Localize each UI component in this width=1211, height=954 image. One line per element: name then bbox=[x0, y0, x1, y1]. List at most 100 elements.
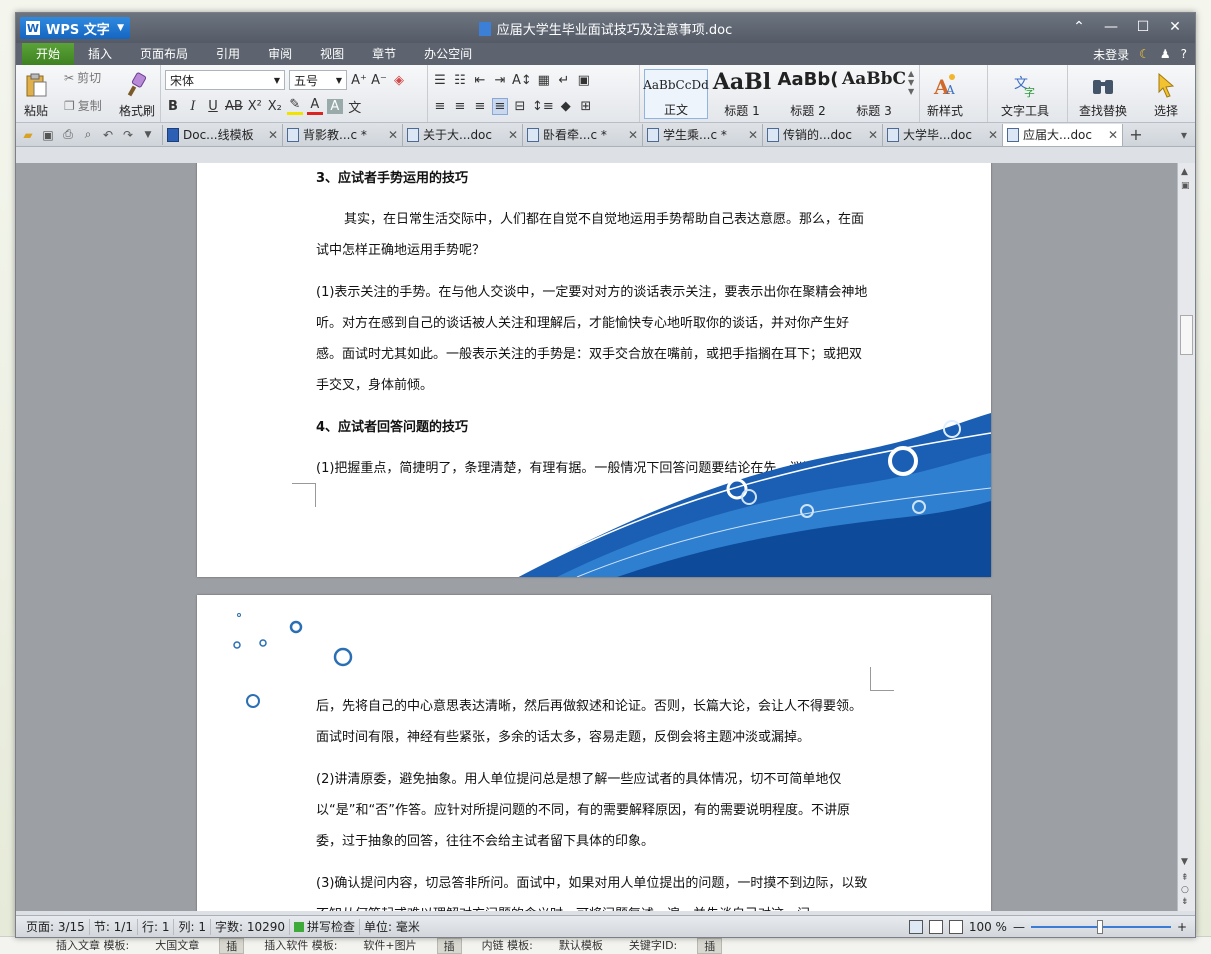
page-view-icon[interactable] bbox=[908, 920, 923, 934]
customize-toolbar-icon[interactable]: ▼ bbox=[140, 127, 156, 143]
doc-tab-active[interactable]: 应届大...doc ✕ bbox=[1003, 123, 1123, 146]
select-button[interactable]: 选择 bbox=[1150, 67, 1182, 119]
table-icon[interactable]: ▦ bbox=[536, 73, 552, 88]
next-page-icon[interactable]: ⇟ bbox=[1181, 897, 1189, 907]
highlight-icon[interactable]: ✎ bbox=[286, 97, 303, 115]
styles-scroll[interactable]: ▲ ▼ ▼ bbox=[908, 69, 914, 96]
doc-tab[interactable]: 背影教...c * ✕ bbox=[283, 123, 403, 146]
menu-home[interactable]: 开始 bbox=[22, 43, 75, 65]
shading-icon[interactable]: ◆ bbox=[558, 99, 574, 114]
bullet-list-icon[interactable]: ☰ bbox=[432, 73, 448, 88]
close-tab-icon[interactable]: ✕ bbox=[1108, 128, 1118, 142]
style-heading2[interactable]: AaBb( 标题 2 bbox=[776, 69, 840, 119]
collapse-ribbon-button[interactable]: ⌃ bbox=[1065, 17, 1093, 37]
login-link[interactable]: 未登录 bbox=[1093, 46, 1129, 63]
font-size-select[interactable]: 五号 ▼ bbox=[289, 70, 347, 90]
new-style-button[interactable]: AA 新样式 bbox=[924, 67, 966, 119]
align-center-icon[interactable]: ≡ bbox=[452, 99, 468, 114]
text-direction-icon[interactable]: A↕ bbox=[512, 73, 532, 88]
italic-icon[interactable]: I bbox=[185, 99, 201, 114]
spell-check-toggle[interactable]: 拼写检查 bbox=[290, 918, 361, 935]
increase-indent-icon[interactable]: ⇥ bbox=[492, 73, 508, 88]
paragraph-mark-icon[interactable]: ↵ bbox=[556, 73, 572, 88]
phonetic-icon[interactable]: 文 bbox=[347, 97, 363, 116]
new-tab-icon[interactable]: + bbox=[1123, 125, 1149, 144]
menu-view[interactable]: 视图 bbox=[306, 43, 358, 65]
status-word-count[interactable]: 字数: 10290 bbox=[211, 918, 291, 935]
zoom-level[interactable]: 100 % bbox=[969, 920, 1007, 934]
scroll-thumb[interactable] bbox=[1180, 315, 1193, 355]
shrink-font-icon[interactable]: A⁻ bbox=[371, 73, 387, 88]
doc-tab[interactable]: 学生乘...c * ✕ bbox=[643, 123, 763, 146]
close-tab-icon[interactable]: ✕ bbox=[628, 128, 638, 142]
prev-page-icon[interactable]: ⇞ bbox=[1181, 873, 1189, 883]
shirt-icon[interactable]: ♟ bbox=[1160, 47, 1171, 61]
subscript-icon[interactable]: X₂ bbox=[267, 99, 283, 114]
doc-tab[interactable]: 关于大...doc ✕ bbox=[403, 123, 523, 146]
doc-tab[interactable]: 传销的...doc ✕ bbox=[763, 123, 883, 146]
grow-font-icon[interactable]: A⁺ bbox=[351, 73, 367, 88]
menu-chapter[interactable]: 章节 bbox=[358, 43, 410, 65]
zoom-out-icon[interactable]: — bbox=[1013, 920, 1025, 934]
font-color-icon[interactable]: A bbox=[306, 97, 323, 115]
print-preview-icon[interactable]: ⌕ bbox=[80, 127, 96, 143]
save-icon[interactable]: ▣ bbox=[40, 127, 56, 143]
distribute-icon[interactable]: ⊟ bbox=[512, 99, 528, 114]
menu-references[interactable]: 引用 bbox=[202, 43, 254, 65]
format-painter-button[interactable]: 格式刷 bbox=[116, 67, 158, 119]
find-replace-button[interactable]: 查找替换 bbox=[1076, 67, 1130, 119]
undo-icon[interactable]: ↶ bbox=[100, 127, 116, 143]
help-button[interactable]: ? bbox=[1181, 47, 1187, 61]
text-tools-button[interactable]: 文字 文字工具 bbox=[998, 67, 1052, 119]
doc-tab[interactable]: Doc...线模板 ✕ bbox=[163, 123, 283, 146]
page[interactable]: 后，先将自己的中心意思表达清晰，然后再做叙述和论证。否则，长篇大论，会让人不得要… bbox=[197, 595, 991, 911]
char-shading-icon[interactable]: A bbox=[326, 98, 343, 114]
style-normal[interactable]: AaBbCcDd 正文 bbox=[643, 69, 709, 119]
split-view-icon[interactable]: ▣ bbox=[1181, 181, 1190, 191]
line-spacing-icon[interactable]: ↕≡ bbox=[532, 99, 554, 114]
app-menu-button[interactable]: W WPS 文字 ▼ bbox=[20, 17, 130, 39]
page[interactable]: 3、应试者手势运用的技巧 其实，在日常生活交际中，人们都在自觉不自觉地运用手势帮… bbox=[197, 163, 991, 577]
cut-button[interactable]: ✂ 剪切 bbox=[64, 69, 101, 86]
align-right-icon[interactable]: ≡ bbox=[472, 99, 488, 114]
menu-page-layout[interactable]: 页面布局 bbox=[126, 43, 202, 65]
zoom-slider[interactable] bbox=[1030, 920, 1171, 934]
web-view-icon[interactable] bbox=[948, 920, 963, 934]
open-folder-icon[interactable]: ▰ bbox=[20, 127, 36, 143]
tab-list-icon[interactable]: ▾ bbox=[1181, 128, 1187, 142]
font-name-select[interactable]: 宋体 ▼ bbox=[165, 70, 285, 90]
select-browse-object-icon[interactable]: ○ bbox=[1181, 885, 1189, 895]
paste-button[interactable]: 粘贴 bbox=[20, 67, 52, 119]
show-hide-icon[interactable]: ▣ bbox=[576, 73, 592, 88]
superscript-icon[interactable]: X² bbox=[247, 99, 263, 114]
align-left-icon[interactable]: ≡ bbox=[432, 99, 448, 114]
vertical-scrollbar[interactable]: ▲ ▣ ▼ ⇞ ○ ⇟ bbox=[1177, 163, 1195, 911]
close-tab-icon[interactable]: ✕ bbox=[388, 128, 398, 142]
maximize-button[interactable]: ☐ bbox=[1129, 17, 1157, 37]
style-heading3[interactable]: AaBbC 标题 3 bbox=[842, 69, 906, 119]
menu-insert[interactable]: 插入 bbox=[74, 43, 126, 65]
numbered-list-icon[interactable]: ☷ bbox=[452, 73, 468, 88]
status-unit[interactable]: 单位: 毫米 bbox=[360, 919, 424, 935]
close-tab-icon[interactable]: ✕ bbox=[988, 128, 998, 142]
justify-icon[interactable]: ≡ bbox=[492, 97, 508, 115]
doc-tab[interactable]: 大学毕...doc ✕ bbox=[883, 123, 1003, 146]
zoom-in-icon[interactable]: + bbox=[1177, 920, 1187, 934]
scroll-down-icon[interactable]: ▼ bbox=[1181, 857, 1188, 867]
copy-button[interactable]: ❐ 复制 bbox=[64, 97, 102, 114]
menu-review[interactable]: 审阅 bbox=[254, 43, 306, 65]
close-tab-icon[interactable]: ✕ bbox=[508, 128, 518, 142]
border-icon[interactable]: ⊞ bbox=[578, 99, 594, 114]
underline-icon[interactable]: U bbox=[205, 99, 221, 114]
skin-icon[interactable]: ☾ bbox=[1139, 47, 1150, 61]
decrease-indent-icon[interactable]: ⇤ bbox=[472, 73, 488, 88]
strikethrough-icon[interactable]: AB bbox=[225, 99, 243, 114]
status-page[interactable]: 页面: 3/15 bbox=[22, 918, 90, 935]
print-icon[interactable]: ⎙ bbox=[60, 127, 76, 143]
minimize-button[interactable]: — bbox=[1097, 17, 1125, 37]
close-tab-icon[interactable]: ✕ bbox=[748, 128, 758, 142]
scroll-up-icon[interactable]: ▲ bbox=[1181, 167, 1188, 177]
doc-tab[interactable]: 卧看牵...c * ✕ bbox=[523, 123, 643, 146]
clear-format-icon[interactable]: ◈ bbox=[391, 73, 407, 88]
close-button[interactable]: ✕ bbox=[1161, 17, 1189, 37]
